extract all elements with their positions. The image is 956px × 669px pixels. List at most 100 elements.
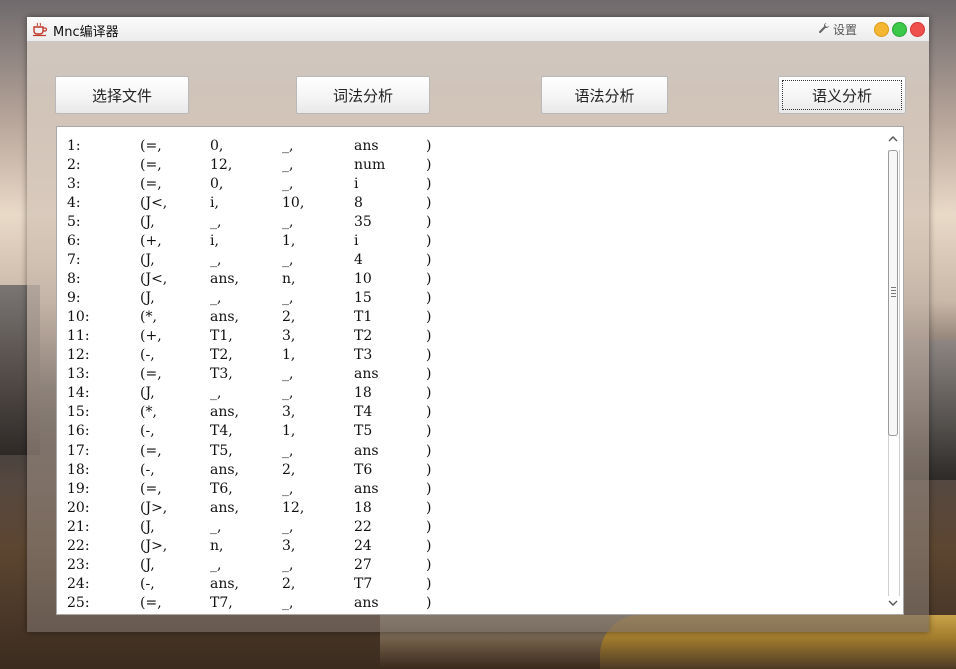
output-cell: 2, (282, 461, 296, 478)
maximize-button[interactable] (892, 22, 907, 37)
settings-button[interactable]: 设置 (818, 20, 857, 38)
output-cell: ans (354, 366, 379, 383)
output-cell: 2, (282, 309, 296, 326)
output-cell: ans, (210, 309, 239, 326)
window-title: Mnc编译器 (53, 25, 119, 40)
output-cell: T1 (354, 309, 373, 326)
output-cell: 3, (282, 537, 296, 554)
output-cell: 16: (67, 423, 90, 440)
output-cell: 18 (354, 499, 372, 516)
output-cell: ) (426, 594, 432, 611)
output-cell: 3: (67, 176, 81, 193)
output-cell: _, (282, 252, 294, 269)
output-cell: (=, (140, 138, 162, 154)
output-cell: (=, (140, 366, 162, 383)
output-cell: 0, (210, 138, 224, 154)
output-line: 10: (*, ans, 2, T1) (67, 308, 446, 327)
output-cell: 18 (354, 385, 372, 402)
output-cell: 10 (354, 271, 372, 288)
scroll-up-icon[interactable] (887, 134, 899, 144)
output-cell: ) (426, 195, 432, 212)
output-cell: ) (426, 461, 432, 478)
output-cell: 8: (67, 271, 81, 288)
output-cell: ) (426, 138, 432, 154)
output-cell: ) (426, 480, 432, 497)
output-cell: _, (210, 556, 222, 573)
output-cell: ) (426, 423, 432, 440)
scroll-thumb[interactable] (888, 150, 898, 436)
semantic-analysis-button[interactable]: 语义分析 (778, 76, 906, 114)
syntax-analysis-button[interactable]: 语法分析 (541, 76, 668, 114)
output-cell: 1, (282, 423, 296, 440)
output-cell: _, (282, 594, 294, 611)
output-line: 17: (=, T5, _, ans) (67, 442, 446, 461)
output-cell: (J, (140, 518, 155, 535)
wrench-icon (818, 22, 830, 37)
coffee-cup-icon (32, 21, 48, 37)
output-cell: ) (426, 404, 432, 421)
output-cell: 15: (67, 404, 90, 421)
output-cell: (J, (140, 385, 155, 402)
output-line: 14: (J, _, _, 18) (67, 384, 446, 403)
output-cell: 10, (282, 195, 305, 212)
output-line: 12: (-, T2, 1, T3) (67, 346, 446, 365)
output-cell: ans, (210, 271, 239, 288)
output-line: 9: (J, _, _, 15) (67, 289, 446, 308)
output-line: 16: (-, T4, 1, T5) (67, 422, 446, 441)
output-cell: (*, (140, 404, 157, 421)
output-cell: T6, (210, 480, 233, 497)
output-cell: ) (426, 518, 432, 535)
lexical-analysis-button[interactable]: 词法分析 (296, 76, 430, 114)
output-cell: T5 (354, 423, 373, 440)
output-line: 18: (-, ans, 2, T6) (67, 461, 446, 480)
scroll-down-icon[interactable] (887, 599, 899, 609)
output-cell: ans (354, 442, 379, 459)
output-cell: ) (426, 233, 432, 250)
output-cell: ) (426, 556, 432, 573)
output-cell: 24: (67, 575, 90, 592)
output-cell: ans (354, 480, 379, 497)
output-line: 6: (+, i, 1, i) (67, 232, 446, 251)
output-cell: T3 (354, 347, 373, 364)
output-line: 13: (=, T3, _, ans) (67, 365, 446, 384)
output-cell: (J, (140, 214, 155, 231)
output-cell: ans (354, 138, 379, 154)
output-cell: _, (282, 157, 294, 174)
output-line: 3: (=, 0, _, i) (67, 175, 446, 194)
output-cell: (J, (140, 252, 155, 269)
output-line: 25: (=, T7, _, ans) (67, 594, 446, 613)
close-button[interactable] (910, 22, 925, 37)
output-cell: 13: (67, 366, 90, 383)
output-cell: (+, (140, 328, 162, 345)
output-cell: 1, (282, 347, 296, 364)
output-cell: 15 (354, 290, 372, 307)
output-line: 4: (J<, i, 10, 8) (67, 194, 446, 213)
title-bar[interactable]: Mnc编译器 设置 (27, 17, 929, 42)
minimize-button[interactable] (874, 22, 889, 37)
output-cell: 18: (67, 461, 90, 478)
output-cell: ) (426, 499, 432, 516)
output-cell: (J, (140, 290, 155, 307)
output-cell: 12, (282, 499, 305, 516)
output-line: 19: (=, T6, _, ans) (67, 480, 446, 499)
output-cell: 21: (67, 518, 90, 535)
output-cell: ans, (210, 575, 239, 592)
output-cell: T4 (354, 404, 373, 421)
output-cell: ans, (210, 499, 239, 516)
output-cell: i (354, 176, 359, 193)
vertical-scrollbar[interactable] (884, 128, 902, 613)
output-cell: (=, (140, 157, 162, 174)
output-cell: 4: (67, 195, 81, 212)
select-file-button[interactable]: 选择文件 (55, 76, 189, 114)
output-cell: _, (210, 252, 222, 269)
output-cell: (J, (140, 556, 155, 573)
output-cell: T3, (210, 366, 233, 383)
output-cell: _, (282, 138, 294, 154)
output-line: 2: (=, 12, _, num) (67, 156, 446, 175)
output-cell: 6: (67, 233, 81, 250)
output-text-area[interactable]: 1: (=, 0, _, ans) 2: (=, 12, _, num) 3: (=, 0, _, i) 4:… (56, 126, 904, 615)
output-cell: ans, (210, 461, 239, 478)
output-cell: 5: (67, 214, 81, 231)
output-cell: 17: (67, 442, 90, 459)
output-cell: 9: (67, 290, 81, 307)
